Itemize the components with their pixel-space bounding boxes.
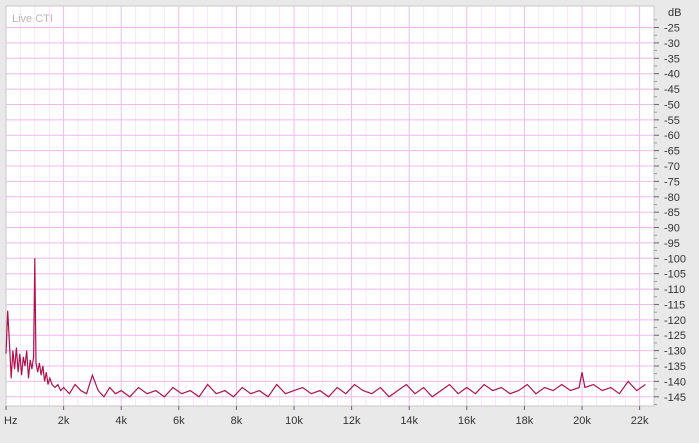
x-tick-label: 8k bbox=[231, 415, 243, 427]
y-tick-label: -120 bbox=[664, 315, 686, 327]
x-tick-label: 20k bbox=[573, 415, 591, 427]
y-tick-label: -145 bbox=[664, 392, 686, 404]
y-tick-label: -115 bbox=[664, 299, 685, 311]
plot-area[interactable] bbox=[5, 5, 655, 407]
x-axis: Hz 2k 4k 6k 8k 10k 12k 14k 16k 18k 20k 22k bbox=[4, 406, 649, 427]
y-tick-label: -95 bbox=[664, 238, 680, 250]
x-tick-label: 12k bbox=[343, 415, 361, 427]
y-tick-label: -85 bbox=[664, 207, 680, 219]
y-tick-label: -135 bbox=[664, 361, 686, 373]
y-tick-label: -70 bbox=[664, 161, 680, 173]
y-axis: -25 -30 -35 -40 -45 -50 -55 -60 -65 -70 -75 -80 -85 -… bbox=[654, 19, 686, 405]
y-tick-label: -40 bbox=[664, 69, 680, 81]
spectrum-analyzer-window: Live CTI -25 -30 -35 -40 -45 -50 -55 -60 -65 -70-… bbox=[0, 0, 699, 443]
y-tick-label: -80 bbox=[664, 192, 680, 204]
y-tick-label: -75 bbox=[664, 176, 680, 188]
y-tick-label: -65 bbox=[664, 146, 680, 158]
x-tick-label: 4k bbox=[115, 415, 127, 427]
y-tick-label: -90 bbox=[664, 223, 680, 235]
y-unit-label: dB bbox=[668, 7, 681, 19]
y-tick-label: -50 bbox=[664, 99, 680, 111]
y-tick-label: -30 bbox=[664, 38, 680, 50]
live-cti-label: Live CTI bbox=[12, 13, 53, 25]
y-tick-label: -25 bbox=[664, 23, 680, 35]
spectrum-chart: Live CTI -25-30-35-40-45-50-55-60-65-70-… bbox=[4, 5, 686, 427]
y-tick-label: -125 bbox=[664, 330, 686, 342]
y-tick-label: -140 bbox=[664, 376, 686, 388]
y-tick-label: -55 bbox=[664, 115, 680, 127]
x-tick-label: 10k bbox=[285, 415, 303, 427]
x-tick-label: 22k bbox=[631, 415, 649, 427]
x-tick-label: 18k bbox=[516, 415, 534, 427]
x-tick-label: 14k bbox=[400, 415, 418, 427]
y-tick-label: -35 bbox=[664, 53, 680, 65]
y-tick-label: -110 bbox=[664, 284, 685, 296]
y-tick-label: -60 bbox=[664, 130, 680, 142]
x-tick-label: 6k bbox=[173, 415, 185, 427]
y-tick-label: -130 bbox=[664, 346, 686, 358]
y-tick-label: -45 bbox=[664, 84, 680, 96]
x-tick-label: 2k bbox=[58, 415, 70, 427]
y-tick-label: -105 bbox=[664, 269, 686, 281]
x-tick-label: 16k bbox=[458, 415, 476, 427]
x-tick-label: Hz bbox=[4, 415, 17, 427]
y-tick-label: -100 bbox=[664, 253, 686, 265]
